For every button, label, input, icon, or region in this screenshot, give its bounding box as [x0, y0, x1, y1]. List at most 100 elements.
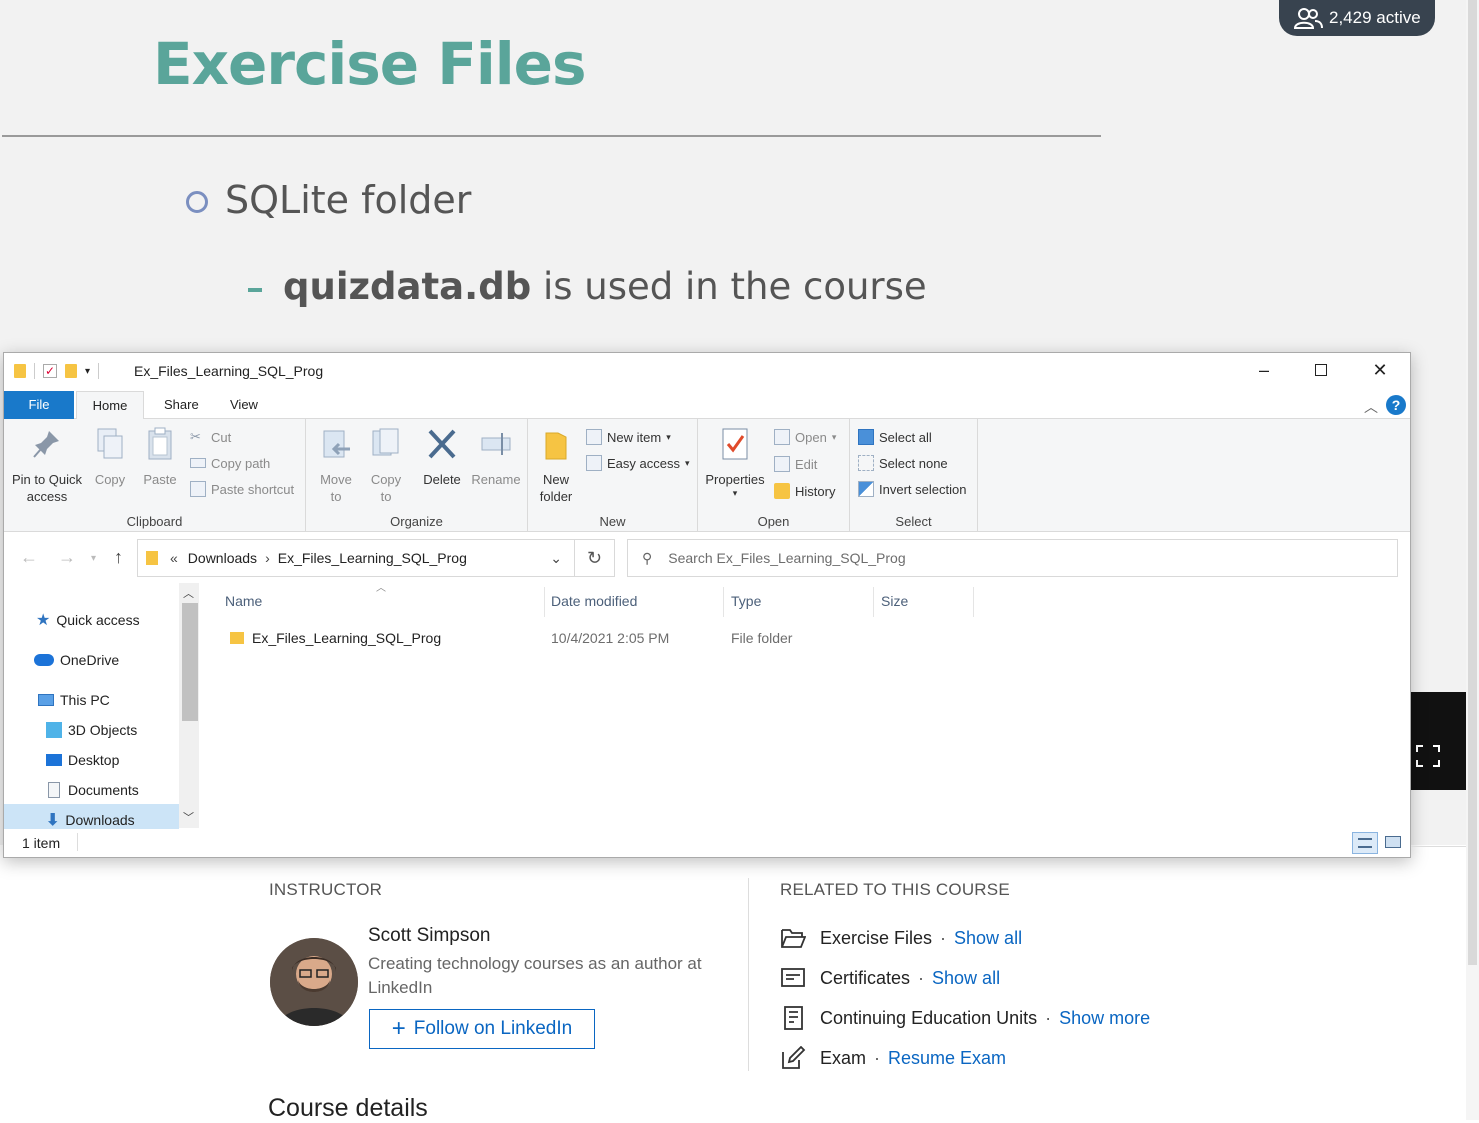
- select-all-button[interactable]: Select all: [858, 427, 932, 447]
- breadcrumb-downloads[interactable]: Downloads: [188, 550, 257, 566]
- folder-icon: [14, 364, 26, 378]
- new-folder-icon[interactable]: [65, 364, 77, 378]
- easy-access-button[interactable]: Easy access ▾: [586, 453, 690, 473]
- edit-button[interactable]: Edit: [774, 454, 817, 474]
- history-button[interactable]: History: [774, 481, 835, 501]
- select-group-label: Select: [895, 514, 932, 529]
- back-button[interactable]: ←: [20, 547, 38, 568]
- copy-path-button[interactable]: Copy path: [190, 453, 270, 473]
- exercise-files-show-all-link[interactable]: Show all: [954, 928, 1022, 949]
- nav-item-quick-access[interactable]: ★ Quick access: [36, 609, 140, 631]
- instructor-name[interactable]: Scott Simpson: [368, 925, 491, 947]
- nav-item-3d-objects[interactable]: 3D Objects: [46, 719, 137, 741]
- move-to-button[interactable]: Move to: [314, 427, 358, 505]
- paste-shortcut-button[interactable]: Paste shortcut: [190, 479, 294, 499]
- pin-quick-access-button[interactable]: Pin to Quick access: [10, 427, 84, 505]
- follow-on-linkedin-button[interactable]: + Follow on LinkedIn: [369, 1009, 595, 1049]
- nav-label: This PC: [60, 692, 110, 708]
- address-dropdown-icon[interactable]: ⌄: [550, 550, 562, 567]
- new-item-button[interactable]: New item ▾: [586, 427, 671, 447]
- properties-check-icon[interactable]: ✓: [43, 364, 57, 378]
- tab-share[interactable]: Share: [152, 391, 211, 419]
- qat-separator: [34, 363, 35, 379]
- new-item-label: New item: [607, 429, 662, 445]
- status-separator: [77, 833, 78, 851]
- column-separator[interactable]: [973, 587, 974, 617]
- properties-button[interactable]: Properties ▾: [704, 427, 766, 498]
- nav-item-documents[interactable]: Documents: [46, 779, 139, 801]
- forward-button[interactable]: →: [58, 547, 76, 568]
- plus-icon: +: [391, 1015, 406, 1042]
- group-organize: Move to Copy to Delete Rename Organize: [306, 419, 528, 532]
- file-list[interactable]: ︿ Name Date modified Type Size Ex_Files_…: [204, 583, 1410, 828]
- minimize-button[interactable]: –: [1249, 359, 1279, 383]
- large-icons-view-button[interactable]: [1382, 832, 1404, 854]
- paste-button[interactable]: Paste: [138, 427, 182, 488]
- maximize-button[interactable]: [1306, 359, 1336, 383]
- search-input[interactable]: ⚲ Search Ex_Files_Learning_SQL_Prog: [627, 539, 1398, 577]
- folder-icon: [230, 632, 244, 644]
- slide-bullet-quizdata: quizdata.db is used in the course: [283, 265, 927, 308]
- column-size[interactable]: Size: [881, 591, 908, 617]
- nav-item-downloads[interactable]: ⬇ Downloads: [46, 809, 135, 831]
- scroll-up-icon[interactable]: ︿: [183, 585, 194, 601]
- nav-item-onedrive[interactable]: OneDrive: [34, 649, 119, 671]
- rename-label: Rename: [471, 472, 521, 487]
- invert-selection-button[interactable]: Invert selection: [858, 479, 966, 499]
- rename-button[interactable]: Rename: [470, 427, 522, 488]
- dropdown-arrow-icon: ▾: [666, 431, 671, 442]
- breadcrumb-overflow[interactable]: «: [170, 550, 178, 566]
- copy-to-button[interactable]: Copy to: [364, 427, 408, 505]
- avatar[interactable]: [270, 938, 358, 1026]
- details-view-button[interactable]: [1352, 832, 1378, 854]
- up-button[interactable]: ↑: [114, 547, 123, 568]
- column-type[interactable]: Type: [731, 591, 761, 617]
- column-separator[interactable]: [723, 587, 724, 617]
- paste-shortcut-label: Paste shortcut: [211, 481, 295, 497]
- file-name-cell[interactable]: Ex_Files_Learning_SQL_Prog: [230, 630, 441, 646]
- instructor-bio: Creating technology courses as an author…: [368, 954, 702, 997]
- copy-button[interactable]: Copy: [88, 427, 132, 488]
- breadcrumb-chevron-icon[interactable]: ›: [265, 550, 270, 566]
- tab-home[interactable]: Home: [76, 391, 144, 420]
- column-date-modified[interactable]: Date modified: [551, 591, 637, 617]
- select-none-button[interactable]: Select none: [858, 453, 948, 473]
- column-separator[interactable]: [544, 587, 545, 617]
- tab-file[interactable]: File: [4, 391, 74, 419]
- nav-item-desktop[interactable]: Desktop: [46, 749, 119, 771]
- recent-locations-button[interactable]: ▾: [91, 553, 96, 564]
- column-separator[interactable]: [873, 587, 874, 617]
- title-bar[interactable]: ✓ ▾ Ex_Files_Learning_SQL_Prog – ✕: [4, 353, 1410, 389]
- copy-icon: [97, 428, 123, 459]
- nav-scrollbar-thumb[interactable]: [182, 603, 198, 721]
- delete-button[interactable]: Delete: [420, 427, 464, 488]
- refresh-button[interactable]: ↻: [575, 539, 615, 577]
- fullscreen-icon[interactable]: [1416, 745, 1440, 767]
- collapse-ribbon-icon[interactable]: ︿: [1364, 397, 1378, 417]
- nav-item-this-pc[interactable]: This PC: [38, 689, 110, 711]
- scroll-down-icon[interactable]: ﹀: [183, 809, 194, 825]
- new-group-label: New: [599, 514, 626, 529]
- help-icon[interactable]: ?: [1386, 395, 1406, 415]
- certificates-show-all-link[interactable]: Show all: [932, 968, 1000, 989]
- breadcrumb-current[interactable]: Ex_Files_Learning_SQL_Prog: [278, 550, 467, 566]
- qat-dropdown-icon[interactable]: ▾: [85, 366, 90, 377]
- page-scrollbar-thumb[interactable]: [1468, 0, 1477, 965]
- group-open: Properties ▾ Open ▾ Edit History Open: [698, 419, 850, 532]
- close-button[interactable]: ✕: [1365, 359, 1395, 383]
- new-folder-button[interactable]: New folder: [534, 427, 578, 505]
- file-type-cell: File folder: [731, 630, 793, 646]
- select-all-icon: [858, 429, 874, 445]
- file-explorer-window[interactable]: ✓ ▾ Ex_Files_Learning_SQL_Prog – ✕ File …: [3, 352, 1411, 858]
- open-button[interactable]: Open ▾: [774, 427, 836, 447]
- cut-button[interactable]: ✂ Cut: [190, 427, 231, 447]
- resume-exam-link[interactable]: Resume Exam: [888, 1048, 1006, 1069]
- pin-icon: [33, 431, 59, 458]
- select-all-label: Select all: [879, 429, 932, 445]
- column-name[interactable]: Name: [225, 591, 262, 617]
- tab-view[interactable]: View: [218, 391, 270, 419]
- people-icon: [1293, 8, 1323, 29]
- address-bar[interactable]: « Downloads › Ex_Files_Learning_SQL_Prog…: [137, 539, 575, 577]
- ceu-show-more-link[interactable]: Show more: [1059, 1008, 1150, 1029]
- exam-pencil-icon: [782, 1046, 806, 1069]
